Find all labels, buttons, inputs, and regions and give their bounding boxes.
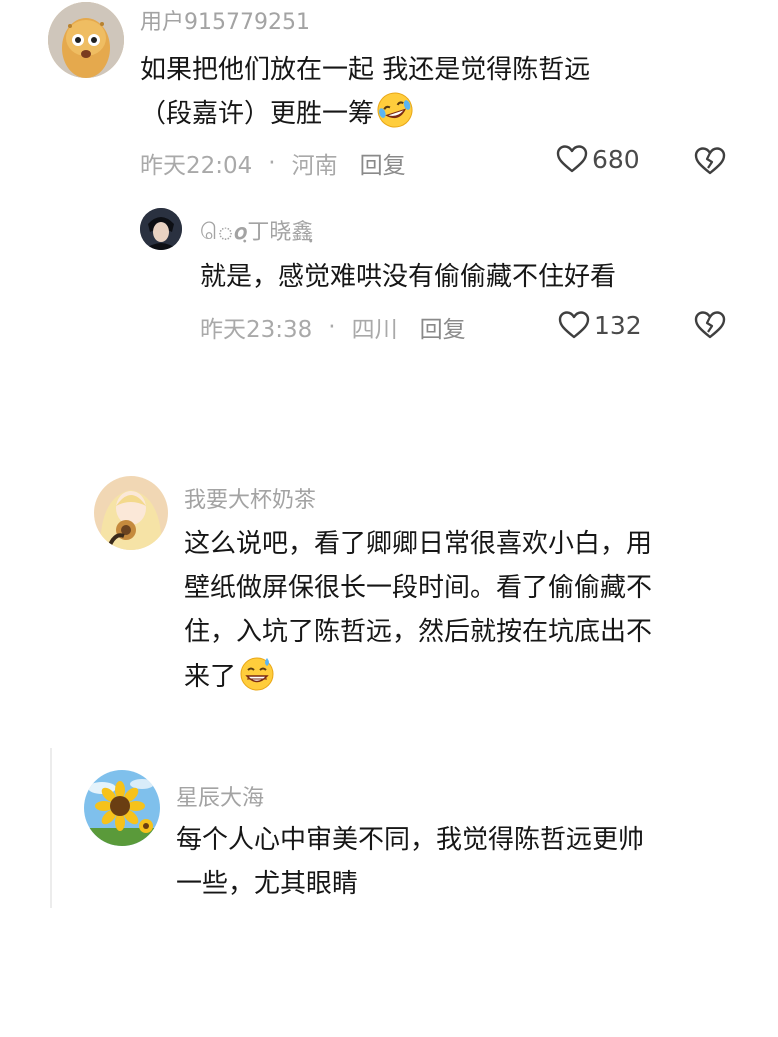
separator-dot: ·: [268, 150, 276, 176]
username[interactable]: 用户915779251: [140, 4, 310, 36]
broken-heart-icon: [694, 311, 726, 339]
like-button[interactable]: 680: [556, 144, 640, 174]
comment-text-segment: （段嘉许）更胜一筹: [140, 99, 375, 129]
separator-dot: ·: [328, 314, 336, 340]
comment-text-line: 一些，尤其眼睛: [176, 869, 359, 899]
grin-sweat-emoji-icon: [238, 654, 276, 692]
timestamp: 昨天23:38: [200, 317, 313, 343]
comment-text-line: 住，入坑了陈哲远，然后就按在坑底出不: [184, 617, 653, 647]
location: 河南: [291, 153, 338, 179]
comment-text-line: 来了: [184, 654, 276, 699]
comment-text-line: 壁纸做屏保很长一段时间。看了偷偷藏不: [184, 573, 653, 603]
heart-icon: [558, 311, 590, 339]
reply-comment: ெ𝒐ฺ丁晓鑫ฺ 就是，感觉难哄没有偷偷藏不住好看 昨天23:38 · 四川 回复…: [0, 200, 778, 343]
username[interactable]: 星辰大海: [176, 780, 264, 812]
timestamp: 昨天22:04: [140, 153, 253, 179]
comment-text-line: 这么说吧，看了卿卿日常很喜欢小白，用: [184, 529, 653, 559]
username[interactable]: 我要大杯奶茶: [184, 482, 316, 514]
like-count: 132: [594, 310, 642, 340]
avatar[interactable]: [84, 770, 160, 846]
comment-text-segment: 来了: [184, 662, 237, 692]
dislike-button[interactable]: [694, 146, 726, 180]
comment-text-line: （段嘉许）更胜一筹: [140, 91, 414, 136]
girl-avatar-icon: [94, 476, 168, 550]
comment-text-line: 如果把他们放在一起 我还是觉得陈哲远: [140, 55, 591, 85]
avatar[interactable]: [94, 476, 168, 550]
comment-1: 用户915779251 如果把他们放在一起 我还是觉得陈哲远 （段嘉许）更胜一筹…: [0, 0, 778, 200]
comment-meta: 昨天23:38 · 四川 回复: [200, 310, 466, 344]
rofl-emoji-icon: [376, 91, 414, 129]
broken-heart-icon: [694, 147, 726, 175]
person-avatar-icon: [140, 208, 182, 250]
username[interactable]: ெ𝒐ฺ丁晓鑫ฺ: [200, 214, 313, 249]
comment-3: 星辰大海 每个人心中审美不同，我觉得陈哲远更帅 一些，尤其眼睛: [0, 760, 778, 910]
reply-button[interactable]: 回复: [420, 310, 466, 344]
avatar[interactable]: [48, 2, 124, 78]
comment-2: 我要大杯奶茶 这么说吧，看了卿卿日常很喜欢小白，用 壁纸做屏保很长一段时间。看了…: [0, 470, 778, 700]
sunflower-avatar-icon: [84, 770, 160, 846]
potato-avatar-icon: [48, 2, 124, 78]
like-button[interactable]: 132: [558, 310, 642, 340]
reply-button[interactable]: 回复: [360, 146, 406, 180]
comment-meta: 昨天22:04 · 河南 回复: [140, 146, 406, 180]
avatar[interactable]: [140, 208, 182, 250]
heart-icon: [556, 145, 588, 173]
comment-text-line: 每个人心中审美不同，我觉得陈哲远更帅: [176, 825, 645, 855]
location: 四川: [351, 317, 398, 343]
like-count: 680: [592, 144, 640, 174]
comment-text-line: 就是，感觉难哄没有偷偷藏不住好看: [200, 262, 617, 292]
dislike-button[interactable]: [694, 310, 726, 344]
